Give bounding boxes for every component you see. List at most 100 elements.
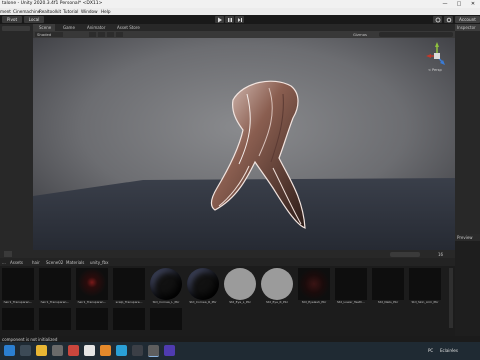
asset-label: Std_Lower_Teeth... [337,300,365,304]
asset-item[interactable] [76,308,108,330]
pivot-toggle[interactable]: Pivot [2,16,22,23]
tab-game-label: Game [63,25,75,30]
asset-item[interactable]: Std_Cornea_R_Pbr [187,268,219,305]
asset-item[interactable]: Std_Eye_L_Pbr [224,268,256,305]
asset-item[interactable]: Std_Eyelash_Pbr [298,268,330,305]
breadcrumb-item[interactable]: Assets [10,260,23,265]
play-button[interactable] [215,16,224,23]
asset-label: Std_Nails_Pbr [377,300,399,304]
preview-header-label: Preview [457,235,473,240]
asset-label: hair1_Transparen... [3,300,33,304]
breadcrumb-item[interactable]: unity_fbx [90,260,108,265]
maximize-button[interactable]: □ [452,0,466,8]
create-button[interactable] [4,251,12,257]
inspector-panel[interactable]: Inspector [455,24,480,234]
menu-item-help[interactable]: Help [101,9,111,14]
tab-animator[interactable]: Animator [81,24,109,31]
tab-game[interactable]: Game [57,24,79,31]
minimize-button[interactable]: — [438,0,452,8]
tab-scene-label: Scene [39,25,52,30]
cloud-icon [435,17,440,22]
scene-render[interactable]: < Persp [33,38,455,250]
firefox-icon[interactable] [100,345,111,356]
scene-search-input[interactable] [379,32,453,37]
collab-button[interactable] [433,16,442,23]
persp-label[interactable]: < Persp [428,68,442,72]
2d-toggle[interactable] [89,32,96,37]
asset-thumbnail [39,268,71,300]
breadcrumb-item[interactable]: Materials [66,260,84,265]
asset-item[interactable]: Std_Nails_Pbr [372,268,404,305]
asset-label: hair1_Transparen... [40,300,70,304]
asset-label: scalp_Transpare... [115,300,143,304]
windows-taskbar: PC Eclairées [0,342,480,360]
asset-thumbnail [372,268,404,300]
gizmos-dropdown[interactable]: Gizmos [353,32,375,37]
tab-inspector-label: Inspector [457,25,476,30]
explorer-icon[interactable] [36,345,47,356]
chrome-icon[interactable] [84,345,95,356]
steam-icon[interactable] [132,345,143,356]
hierarchy-search[interactable] [2,26,30,31]
asset-item[interactable]: Std_Eye_R_Pbr [261,268,293,305]
app-icon[interactable] [52,345,63,356]
asset-thumbnail [113,308,145,330]
asset-thumbnail [187,268,219,300]
asset-thumbnail [2,268,34,300]
asset-item[interactable]: Std_Cornea_L_Pbr [150,268,182,305]
breadcrumb-item[interactable]: ... [2,260,6,265]
main-toolbar: Pivot Local Account [0,15,480,24]
tray-locale[interactable]: Eclairées [440,348,458,353]
menu-item-window[interactable]: Window [81,9,98,14]
breadcrumb-item[interactable]: hair [32,260,40,265]
asset-thumbnail [39,308,71,330]
asset-thumbnail [76,308,108,330]
step-button[interactable] [235,16,244,23]
asset-item[interactable] [150,308,182,330]
hierarchy-panel[interactable] [0,24,33,250]
opera-icon[interactable] [68,345,79,356]
breadcrumb-item[interactable]: Scene02 [46,260,63,265]
local-toggle[interactable]: Local [24,16,44,23]
window-title: talone - Unity 2020.3.4f1 Personal* <DX1… [2,1,103,6]
menu-item-component[interactable]: ment [0,9,11,14]
tray-lang[interactable]: PC [428,348,433,353]
asset-item[interactable]: Std_Skin_Arm_Pbr [409,268,441,305]
asset-item[interactable] [2,308,34,330]
search-icon[interactable] [20,345,31,356]
scene-viewport[interactable]: < Persp [33,38,455,250]
asset-item[interactable] [113,308,145,330]
effects-toggle[interactable] [116,32,123,37]
menu-item-cinemachine[interactable]: Cinemachine [13,9,40,14]
edge-icon[interactable] [116,345,127,356]
local-label: Local [28,17,40,22]
pause-button[interactable] [225,16,234,23]
asset-scrollbar[interactable] [449,268,453,328]
start-icon[interactable] [4,345,15,356]
asset-thumbnail [409,268,441,300]
asset-item[interactable]: hair1_Transparen... [2,268,34,305]
settings-button[interactable] [444,16,453,23]
asset-item[interactable] [39,308,71,330]
menu-item-realtoolkit[interactable]: Realtoolkit [39,9,61,14]
menu-item-tutorial[interactable]: Tutorial [63,9,78,14]
shading-mode-dropdown[interactable]: Shaded [35,32,63,37]
tab-asset-store[interactable]: Asset Store [111,24,145,31]
asset-item[interactable]: scalp_Transpare... [113,268,145,305]
account-dropdown[interactable]: Account [455,16,480,23]
project-search-input[interactable] [390,251,420,257]
lighting-toggle[interactable] [98,32,105,37]
vs-icon[interactable] [164,345,175,356]
audio-toggle[interactable] [107,32,114,37]
asset-item[interactable]: hair1_Transparen... [39,268,71,305]
asset-item[interactable]: hair1_Transparen... [76,268,108,305]
unity-icon[interactable] [148,345,159,357]
scene-tab-bar: Scene Game Animator Asset Store [33,24,455,31]
close-button[interactable]: ✕ [466,0,480,8]
play-icon [217,17,222,22]
project-toolbar: 16 [0,250,455,258]
tab-scene[interactable]: Scene [33,24,55,31]
tab-inspector[interactable]: Inspector [455,24,480,31]
shading-mode-label: Shaded [37,32,52,37]
asset-item[interactable]: Std_Lower_Teeth... [335,268,367,305]
